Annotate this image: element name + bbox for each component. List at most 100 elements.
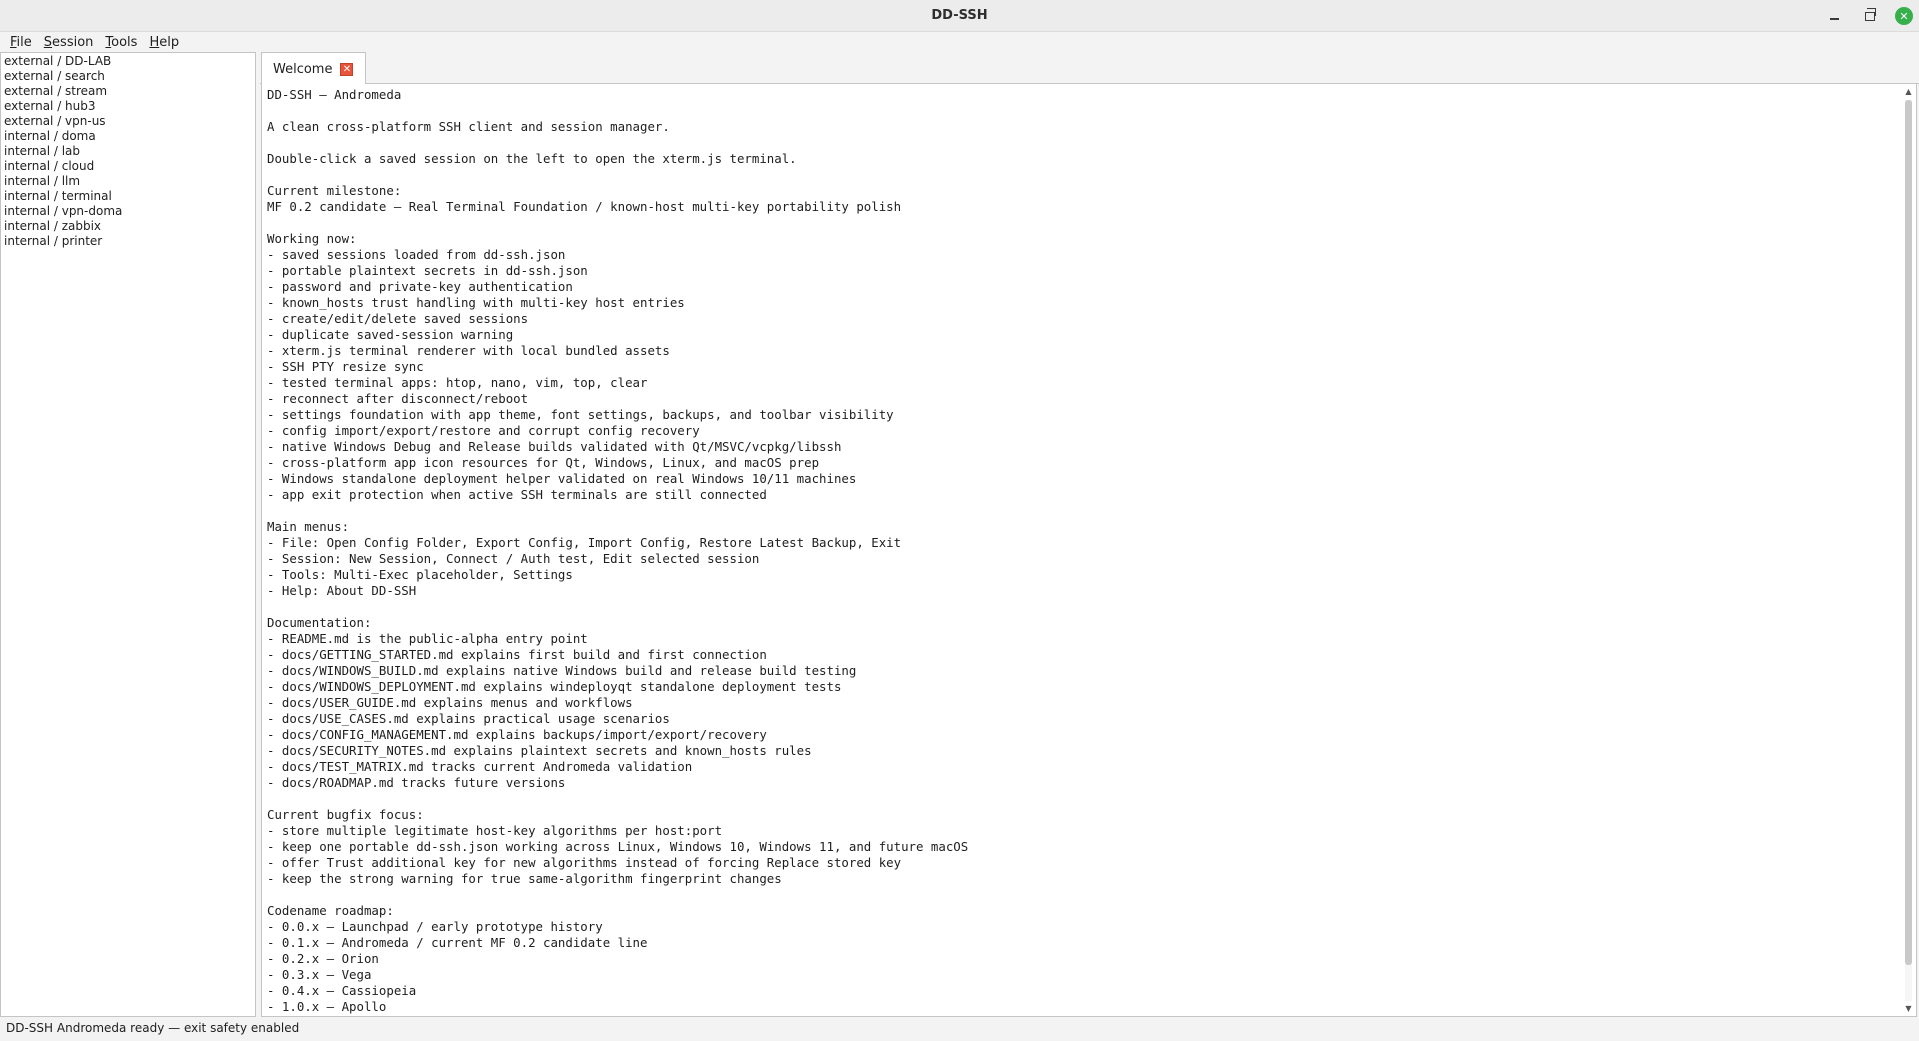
welcome-line: - saved sessions loaded from dd-ssh.json — [267, 247, 566, 262]
welcome-line: - config import/export/restore and corru… — [267, 423, 700, 438]
welcome-line: Current bugfix focus: — [267, 807, 424, 822]
menu-file[interactable]: File — [5, 35, 37, 50]
menu-bar: File Session Tools Help — [0, 32, 1919, 52]
welcome-line — [267, 887, 1896, 903]
tab-widget: Welcome ✕ DD-SSH — Andromeda A clean cros… — [260, 52, 1919, 1017]
session-item[interactable]: external / DD-LAB — [1, 54, 255, 69]
welcome-line: - docs/GETTING_STARTED.md explains first… — [267, 647, 767, 662]
welcome-line: - 0.3.x — Vega — [267, 967, 372, 982]
session-item[interactable]: internal / terminal — [1, 189, 255, 204]
maximize-button[interactable] — [1859, 5, 1881, 27]
session-item[interactable]: internal / zabbix — [1, 219, 255, 234]
menu-session[interactable]: Session — [39, 35, 99, 50]
welcome-line: - 0.4.x — Cassiopeia — [267, 983, 417, 998]
welcome-line: - tested terminal apps: htop, nano, vim,… — [267, 375, 648, 390]
close-icon: ✕ — [1899, 9, 1909, 23]
welcome-line: - duplicate saved-session warning — [267, 327, 514, 342]
welcome-line: - known_hosts trust handling with multi-… — [267, 295, 685, 310]
status-bar: DD-SSH Andromeda ready — exit safety ena… — [0, 1017, 1919, 1041]
welcome-line: Documentation: — [267, 615, 372, 630]
welcome-line — [267, 215, 1896, 231]
minimize-icon — [1829, 18, 1839, 20]
vertical-scrollbar[interactable]: ▲ ▼ — [1902, 86, 1915, 1015]
welcome-line: - password and private-key authenticatio… — [267, 279, 573, 294]
welcome-line: - Tools: Multi-Exec placeholder, Setting… — [267, 567, 573, 582]
session-item[interactable]: internal / cloud — [1, 159, 255, 174]
scroll-down-icon[interactable]: ▼ — [1902, 1003, 1915, 1015]
welcome-line: - 0.2.x — Orion — [267, 951, 379, 966]
welcome-line: - 0.0.x — Launchpad / early prototype hi… — [267, 919, 603, 934]
title-bar: DD-SSH ✕ — [0, 0, 1919, 32]
welcome-line: - app exit protection when active SSH te… — [267, 487, 767, 502]
welcome-line: - docs/SECURITY_NOTES.md explains plaint… — [267, 743, 812, 758]
welcome-line: - native Windows Debug and Release build… — [267, 439, 842, 454]
welcome-line: - docs/TEST_MATRIX.md tracks current And… — [267, 759, 693, 774]
close-button[interactable]: ✕ — [1895, 7, 1913, 25]
welcome-line — [267, 167, 1896, 183]
welcome-line: - docs/CONFIG_MANAGEMENT.md explains bac… — [267, 727, 767, 742]
welcome-line: Main menus: — [267, 519, 350, 534]
scroll-thumb[interactable] — [1905, 100, 1912, 965]
welcome-line: - Help: About DD-SSH — [267, 583, 417, 598]
welcome-line: - File: Open Config Folder, Export Confi… — [267, 535, 902, 550]
welcome-line: - 1.0.x — Apollo — [267, 999, 387, 1014]
welcome-line — [267, 599, 1896, 615]
tab-label: Welcome — [273, 61, 333, 77]
welcome-line — [267, 103, 1896, 119]
tab-bar: Welcome ✕ — [260, 52, 1919, 85]
welcome-line: - keep the strong warning for true same-… — [267, 871, 782, 886]
session-item[interactable]: external / search — [1, 69, 255, 84]
session-item[interactable]: internal / vpn-doma — [1, 204, 255, 219]
session-list[interactable]: external / DD-LAB external / search exte… — [0, 52, 256, 1017]
welcome-line: - offer Trust additional key for new alg… — [267, 855, 902, 870]
welcome-line: - docs/ROADMAP.md tracks future versions — [267, 775, 566, 790]
maximize-icon — [1865, 7, 1876, 21]
menu-tools[interactable]: Tools — [100, 35, 142, 50]
session-item[interactable]: external / vpn-us — [1, 114, 255, 129]
welcome-line: - cross-platform app icon resources for … — [267, 455, 820, 470]
welcome-line: - store multiple legitimate host-key alg… — [267, 823, 723, 838]
welcome-line: - docs/WINDOWS_DEPLOYMENT.md explains wi… — [267, 679, 842, 694]
welcome-line — [267, 503, 1896, 519]
tab-close-icon[interactable]: ✕ — [340, 62, 354, 76]
session-item[interactable]: internal / printer — [1, 234, 255, 249]
session-item[interactable]: internal / doma — [1, 129, 255, 144]
welcome-line: - Session: New Session, Connect / Auth t… — [267, 551, 760, 566]
session-item[interactable]: internal / llm — [1, 174, 255, 189]
welcome-line: MF 0.2 candidate — Real Terminal Foundat… — [267, 199, 902, 214]
welcome-line: DD-SSH — Andromeda — [267, 87, 402, 102]
welcome-line: - docs/USER_GUIDE.md explains menus and … — [267, 695, 633, 710]
welcome-line: - docs/USE_CASES.md explains practical u… — [267, 711, 670, 726]
welcome-line: - settings foundation with app theme, fo… — [267, 407, 894, 422]
session-item[interactable]: external / hub3 — [1, 99, 255, 114]
welcome-line — [267, 135, 1896, 151]
welcome-line: Double-click a saved session on the left… — [267, 151, 797, 166]
welcome-line: - portable plaintext secrets in dd-ssh.j… — [267, 263, 588, 278]
scroll-track[interactable] — [1905, 100, 1912, 1001]
welcome-line: - Windows standalone deployment helper v… — [267, 471, 857, 486]
welcome-line: A clean cross-platform SSH client and se… — [267, 119, 670, 134]
welcome-line: - 0.1.x — Andromeda / current MF 0.2 can… — [267, 935, 648, 950]
scroll-up-icon[interactable]: ▲ — [1902, 86, 1915, 98]
welcome-line: - xterm.js terminal renderer with local … — [267, 343, 670, 358]
welcome-line — [267, 791, 1896, 807]
welcome-line: Working now: — [267, 231, 357, 246]
welcome-document[interactable]: DD-SSH — Andromeda A clean cross-platform… — [261, 84, 1917, 1017]
welcome-line: - reconnect after disconnect/reboot — [267, 391, 529, 406]
welcome-line: - create/edit/delete saved sessions — [267, 311, 529, 326]
session-item[interactable]: internal / lab — [1, 144, 255, 159]
tab-welcome[interactable]: Welcome ✕ — [261, 52, 367, 85]
welcome-line: - keep one portable dd-ssh.json working … — [267, 839, 969, 854]
welcome-text: DD-SSH — Andromeda A clean cross-platform… — [267, 87, 1896, 1016]
window-controls: ✕ — [1823, 0, 1913, 32]
welcome-line: Codename roadmap: — [267, 903, 394, 918]
menu-help[interactable]: Help — [144, 35, 184, 50]
window-title: DD-SSH — [931, 8, 988, 23]
welcome-line: - SSH PTY resize sync — [267, 359, 424, 374]
welcome-line: - docs/WINDOWS_BUILD.md explains native … — [267, 663, 857, 678]
welcome-line: - README.md is the public-alpha entry po… — [267, 631, 588, 646]
welcome-line: Current milestone: — [267, 183, 402, 198]
session-item[interactable]: external / stream — [1, 84, 255, 99]
minimize-button[interactable] — [1823, 5, 1845, 27]
status-message: DD-SSH Andromeda ready — exit safety ena… — [6, 1021, 300, 1035]
